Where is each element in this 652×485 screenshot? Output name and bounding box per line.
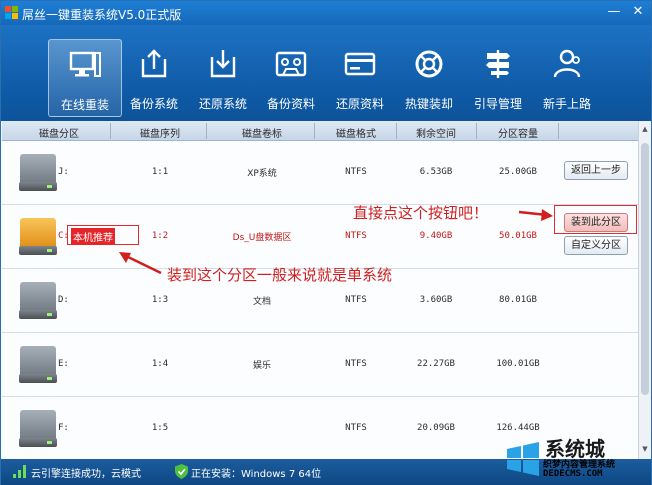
vertical-scrollbar[interactable]: ▲ ▼ (638, 121, 651, 459)
scroll-up-icon[interactable]: ▲ (639, 123, 651, 135)
app-window: 屌丝一键重装系统V5.0正式版 — ✕ 在线重装 备份系统 还原系统 备份资料 … (0, 0, 652, 485)
annotation-click-button: 直接点这个按钮吧！ (353, 204, 489, 222)
install-status: 正在安装：Windows 7 64位 (191, 469, 322, 480)
windows-logo-icon (507, 442, 539, 476)
arrowhead (541, 209, 553, 221)
watermark: 系统城 织梦内容管理系统 DEDECMS.COM (503, 433, 651, 485)
annotation-arrows (119, 209, 553, 275)
shield-icon (175, 464, 188, 479)
watermark-url: DEDECMS.COM (543, 469, 603, 479)
annotation-install-partition: 装到这个分区一般来说就是单系统 (167, 266, 393, 284)
signal-icon (13, 465, 26, 478)
cloud-status: 云引擎连接成功，云模式 (31, 469, 141, 480)
arrow-to-recommended (125, 254, 162, 275)
scroll-thumb[interactable] (641, 143, 649, 395)
